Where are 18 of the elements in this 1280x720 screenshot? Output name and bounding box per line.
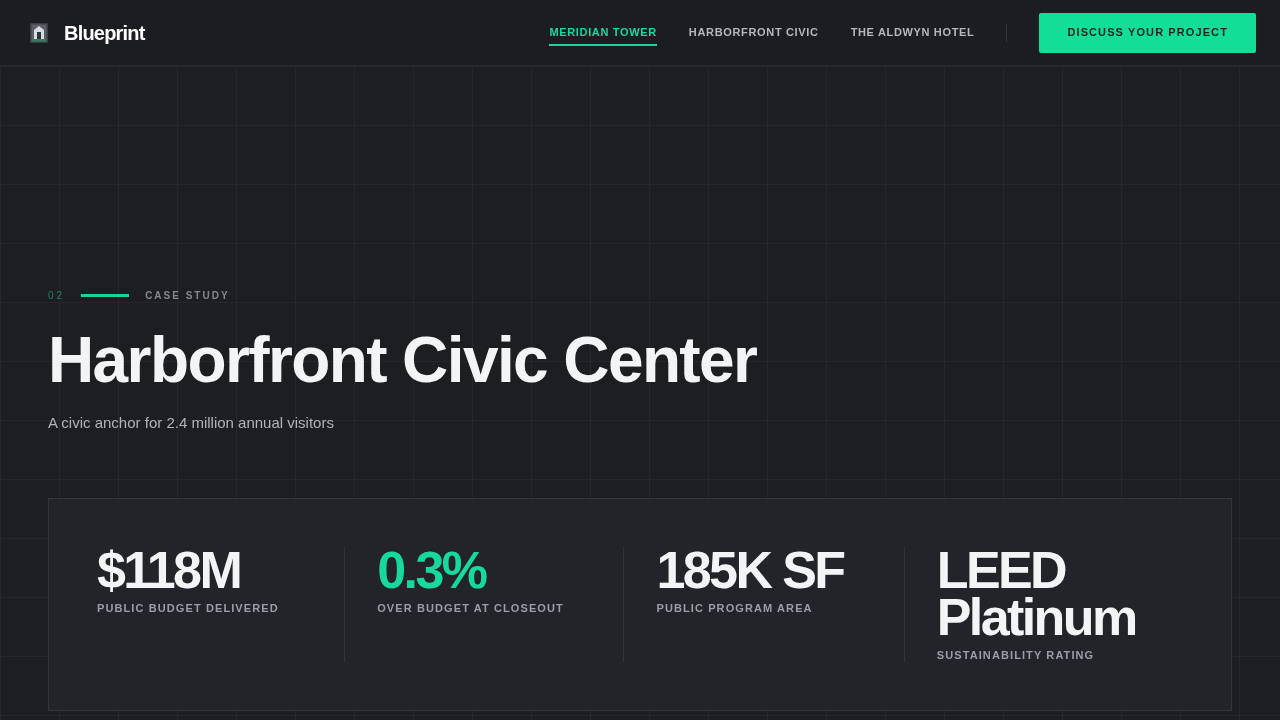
- stat-value: LEED Platinum: [936, 547, 1137, 641]
- stat-value: $118M: [97, 547, 242, 594]
- stat-label: PUBLIC BUDGET DELIVERED: [97, 601, 280, 615]
- building-icon: [30, 22, 48, 43]
- stat-value: 185K SF: [656, 547, 845, 594]
- eyebrow-label: CASE STUDY: [145, 288, 230, 303]
- stat-label: SUSTAINABILITY RATING: [936, 648, 1096, 662]
- stat-label: PUBLIC PROGRAM AREA: [656, 601, 814, 615]
- page-subtitle: A civic anchor for 2.4 million annual visitors: [48, 413, 334, 433]
- section-number: 02: [48, 288, 66, 303]
- page-title: Harborfront Civic Center: [48, 328, 757, 392]
- brand-name: Blueprint: [64, 20, 145, 46]
- nav-link[interactable]: HARBORFRONT CIVIC: [688, 19, 819, 46]
- stat-label: OVER BUDGET AT CLOSEOUT: [377, 601, 565, 615]
- nav-link[interactable]: THE ALDWYN HOTEL: [850, 19, 975, 46]
- nav-link[interactable]: MERIDIAN TOWER: [549, 19, 657, 46]
- stat-value: 0.3%: [377, 547, 487, 594]
- cta-button[interactable]: DISCUSS YOUR PROJECT: [1039, 12, 1256, 53]
